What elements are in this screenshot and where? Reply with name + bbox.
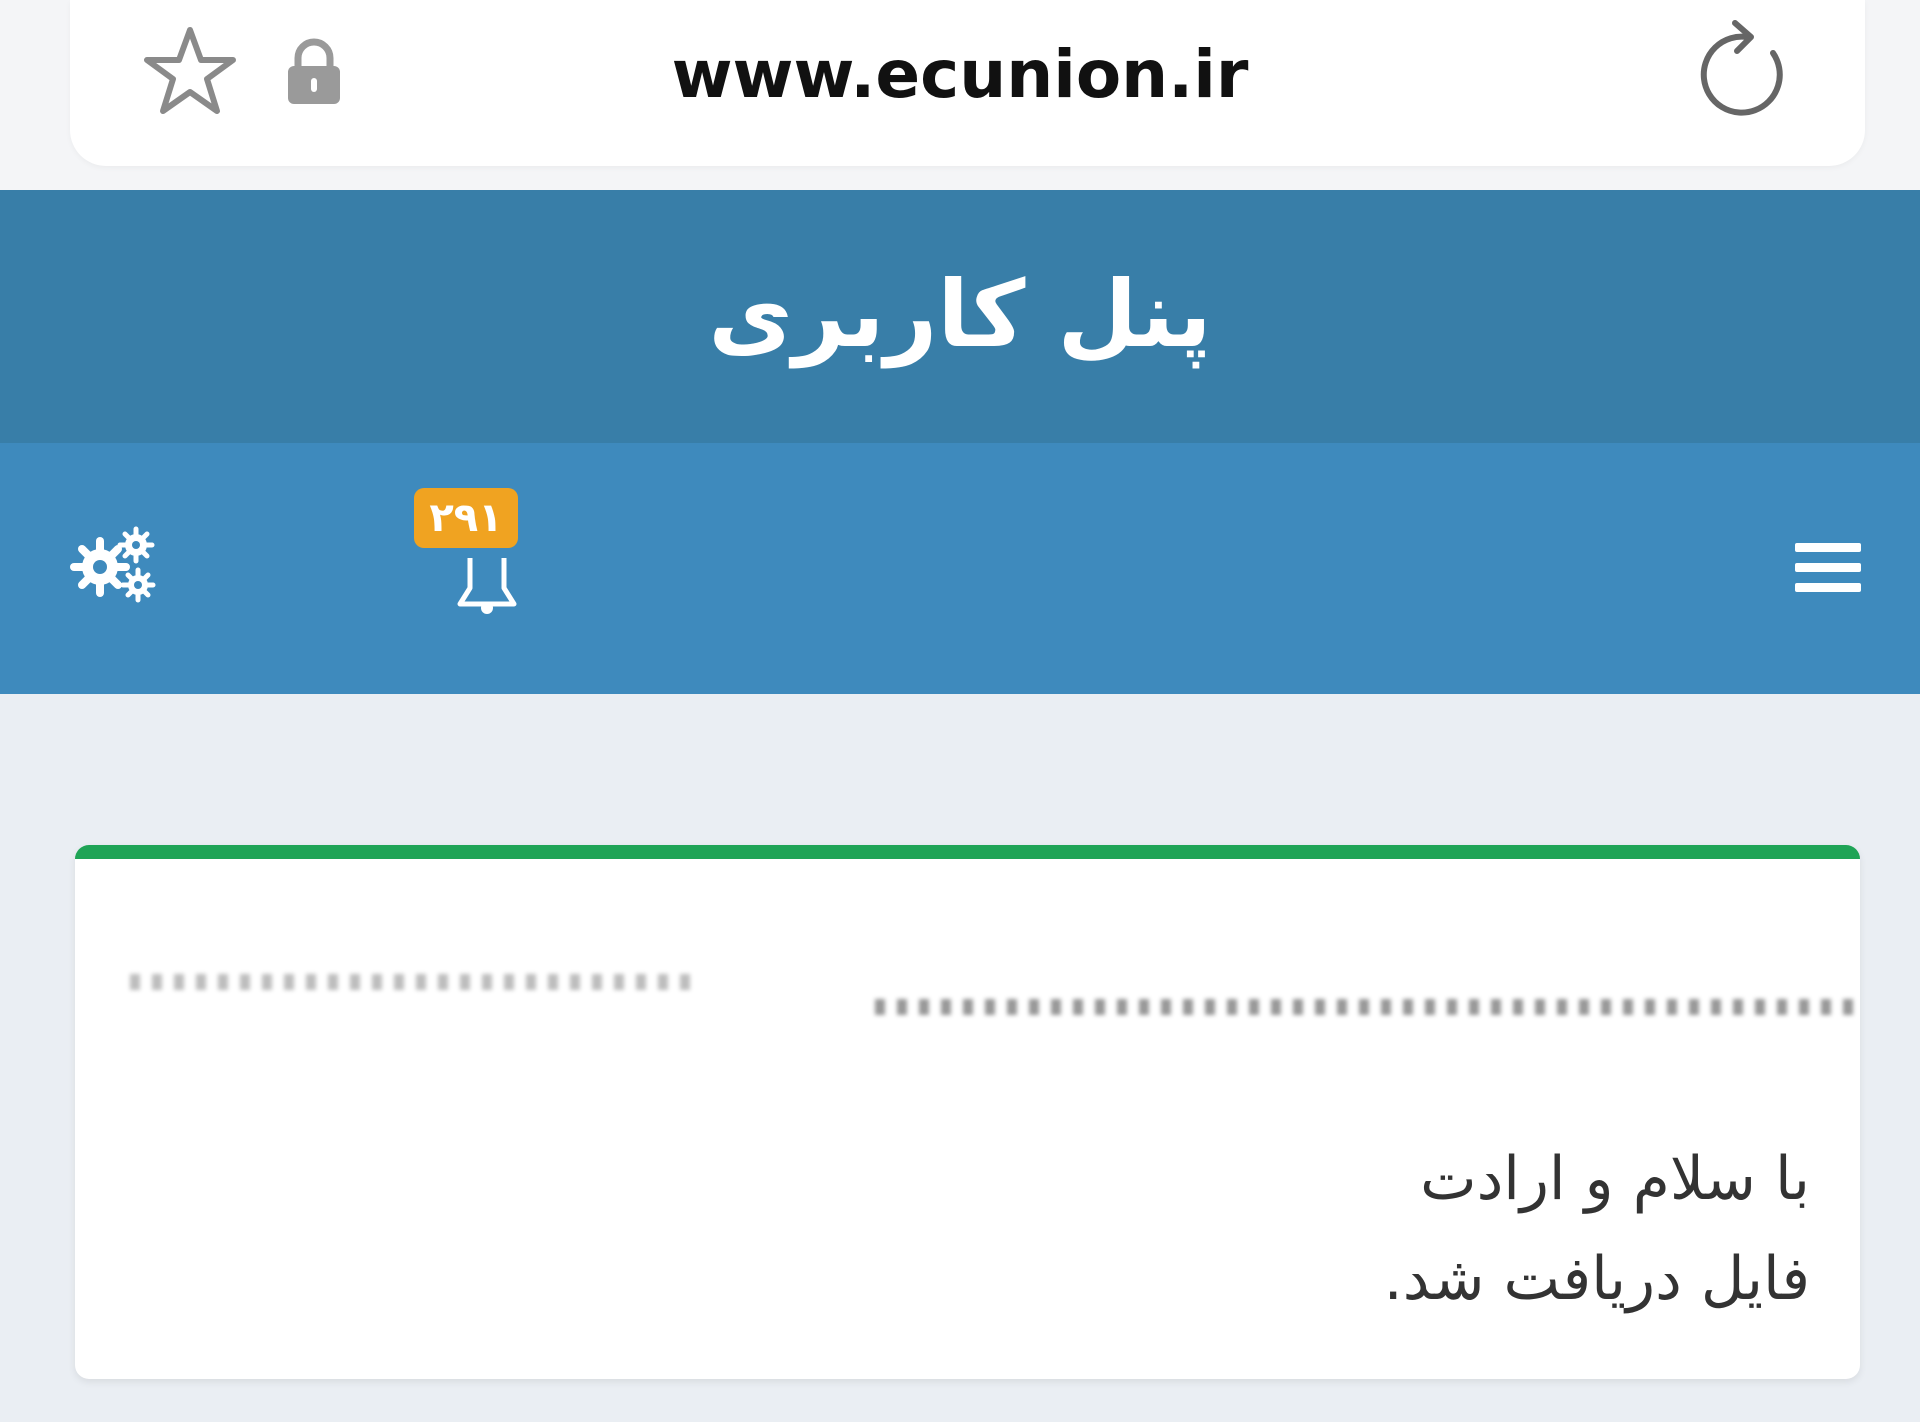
lock-icon bbox=[288, 38, 340, 104]
bell-icon bbox=[457, 558, 517, 614]
toolbar: ۲۹۱ bbox=[0, 443, 1920, 694]
url-text[interactable]: www.ecunion.ir bbox=[600, 30, 1320, 120]
notification-count-badge: ۲۹۱ bbox=[414, 488, 518, 548]
page-title: پنل کاربری bbox=[708, 261, 1212, 368]
settings-gears-icon[interactable] bbox=[70, 525, 160, 605]
message-line: با سلام و ارادت bbox=[1420, 1144, 1810, 1214]
bookmark-star-icon[interactable] bbox=[140, 22, 240, 122]
redacted-text bbox=[130, 974, 690, 990]
browser-chrome: www.ecunion.ir bbox=[0, 0, 1920, 190]
reload-icon[interactable] bbox=[1695, 15, 1795, 120]
hamburger-menu-icon[interactable] bbox=[1795, 543, 1861, 599]
header-bar: پنل کاربری bbox=[0, 190, 1920, 443]
notifications-button[interactable]: ۲۹۱ bbox=[410, 488, 530, 648]
redacted-text bbox=[875, 999, 1855, 1015]
message-line: فایل دریافت شد. bbox=[1383, 1244, 1810, 1314]
message-body: با سلام و ارادت فایل دریافت شد. bbox=[1384, 1129, 1810, 1329]
message-card: با سلام و ارادت فایل دریافت شد. bbox=[75, 845, 1860, 1379]
